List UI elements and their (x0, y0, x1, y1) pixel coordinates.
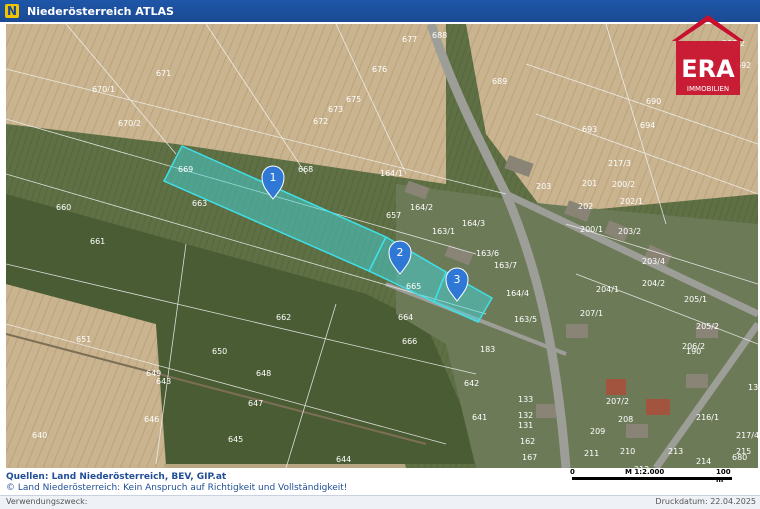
parcel-label: 694 (640, 121, 655, 130)
parcel-label: 688 (432, 31, 447, 40)
parcel-label: 677 (402, 35, 417, 44)
parcel-label: 209 (590, 427, 605, 436)
parcel-label: 668 (298, 165, 313, 174)
parcel-label: 214 (696, 457, 711, 466)
parcel-label: 644 (336, 455, 351, 464)
parcel-label: 670/1 (92, 85, 115, 94)
parcel-label: 133 (518, 395, 533, 404)
parcel-label: 664 (398, 313, 413, 322)
parcel-label: 163/7 (494, 261, 517, 270)
parcel-label: 163/6 (476, 249, 499, 258)
status-bar: Verwendungszweck: Druckdatum: 22.04.2025 (0, 495, 760, 509)
parcel-label: 183 (480, 345, 495, 354)
scale-ratio: M 1:2.000 (625, 468, 665, 476)
era-roof-icon (672, 15, 744, 41)
parcel-label: 162 (520, 437, 535, 446)
parcel-label: 669 (178, 165, 193, 174)
parcel-label: 202 (578, 202, 593, 211)
parcel-label: 646 (144, 415, 159, 424)
parcel-label: 690 (646, 97, 661, 106)
parcel-label: 675 (346, 95, 361, 104)
parcel-label: 648 (256, 369, 271, 378)
parcel-label: 200/2 (612, 180, 635, 189)
parcel-label: 163/5 (514, 315, 537, 324)
parcel-label: 640 (32, 431, 47, 440)
parcel-label: 216/1 (696, 413, 719, 422)
parcel-label: 135 (748, 383, 758, 392)
aerial-map[interactable]: 677 670/1 671 676 675673672 670/2 669 668 663 660… (6, 24, 758, 468)
scale-zero: 0 (570, 468, 575, 476)
parcel-label: 213 (668, 447, 683, 456)
sources-text: Quellen: Land Niederösterreich, BEV, GIP… (6, 472, 227, 482)
parcel-label: 200/1 (580, 225, 603, 234)
parcel-label: 203/2 (618, 227, 641, 236)
marker-3-label: 3 (454, 273, 461, 286)
era-sub: IMMOBILIEN (687, 85, 729, 93)
parcel-label: 661 (90, 237, 105, 246)
app-title: Niederösterreich ATLAS (27, 4, 174, 18)
parcel-label: 204/1 (596, 285, 619, 294)
parcel-label: 217/4 (736, 431, 758, 440)
parcel-label: 164/1 (380, 169, 403, 178)
parcel-label: 665 (406, 282, 421, 291)
scale-end: 100 m (716, 468, 731, 484)
parcel-label: 164/2 (410, 203, 433, 212)
map-view[interactable]: 677 670/1 671 676 675 673 672 670/2 669 668 663 660… (6, 24, 758, 468)
parcel-label: 651 (76, 335, 91, 344)
parcel-label: 204/2 (642, 279, 665, 288)
scale-line (572, 477, 732, 480)
parcel-label: 647 (248, 399, 263, 408)
parcel-label: 671 (156, 69, 171, 78)
parcel-label: 673 (328, 105, 343, 114)
parcel-label: 201 (582, 179, 597, 188)
parcel-label: 208 (618, 415, 633, 424)
parcel-label: 211 (584, 449, 599, 458)
parcel-label: 645 (228, 435, 243, 444)
app-header: N Niederösterreich ATLAS (0, 0, 760, 22)
scale-bar: 0 M 1:2.000 100 m (570, 468, 740, 488)
parcel-label: 676 (372, 65, 387, 74)
print-date: Druckdatum: 22.04.2025 (655, 497, 756, 506)
parcel-label: 662 (276, 313, 291, 322)
parcel-label: 660 (56, 203, 71, 212)
parcel-label: 203 (536, 182, 551, 191)
parcel-label: 210 (620, 447, 635, 456)
parcel-label: 203/4 (642, 257, 665, 266)
parcel-label: 167 (522, 453, 537, 462)
parcel-label: 205/2 (696, 322, 719, 331)
parcel-label: 131 (518, 421, 533, 430)
parcel-label: 206/2 (682, 342, 705, 351)
copyright-text: © Land Niederösterreich: Kein Anspruch a… (6, 483, 348, 493)
noe-logo-icon: N (5, 4, 19, 18)
parcel-label: 641 (472, 413, 487, 422)
marker-2-label: 2 (397, 246, 404, 259)
parcel-label: 164/4 (506, 289, 529, 298)
parcel-label: 680 (732, 453, 747, 462)
parcel-label: 663 (192, 199, 207, 208)
parcel-label: 132 (518, 411, 533, 420)
parcel-label: 205/1 (684, 295, 707, 304)
parcel-label: 693 (582, 125, 597, 134)
parcel-label: 163/1 (432, 227, 455, 236)
parcel-label: 217/3 (608, 159, 631, 168)
parcel-label: 207/2 (606, 397, 629, 406)
parcel-label: 657 (386, 211, 401, 220)
purpose-label: Verwendungszweck: (6, 497, 88, 506)
parcel-label: 642 (464, 379, 479, 388)
parcel-label: 672 (313, 117, 328, 126)
parcel-label: 725 (6, 24, 21, 26)
parcel-label: 689 (492, 77, 507, 86)
parcel-label: 650 (212, 347, 227, 356)
era-logo: ERA IMMOBILIEN (672, 15, 744, 95)
parcel-label: 164/3 (462, 219, 485, 228)
parcel-label: 202/1 (620, 197, 643, 206)
era-brand: ERA (681, 55, 735, 83)
parcel-label: 666 (402, 337, 417, 346)
marker-1-label: 1 (270, 171, 277, 184)
parcel-label: 643 (156, 377, 171, 386)
parcel-label: 670/2 (118, 119, 141, 128)
parcel-label: 207/1 (580, 309, 603, 318)
